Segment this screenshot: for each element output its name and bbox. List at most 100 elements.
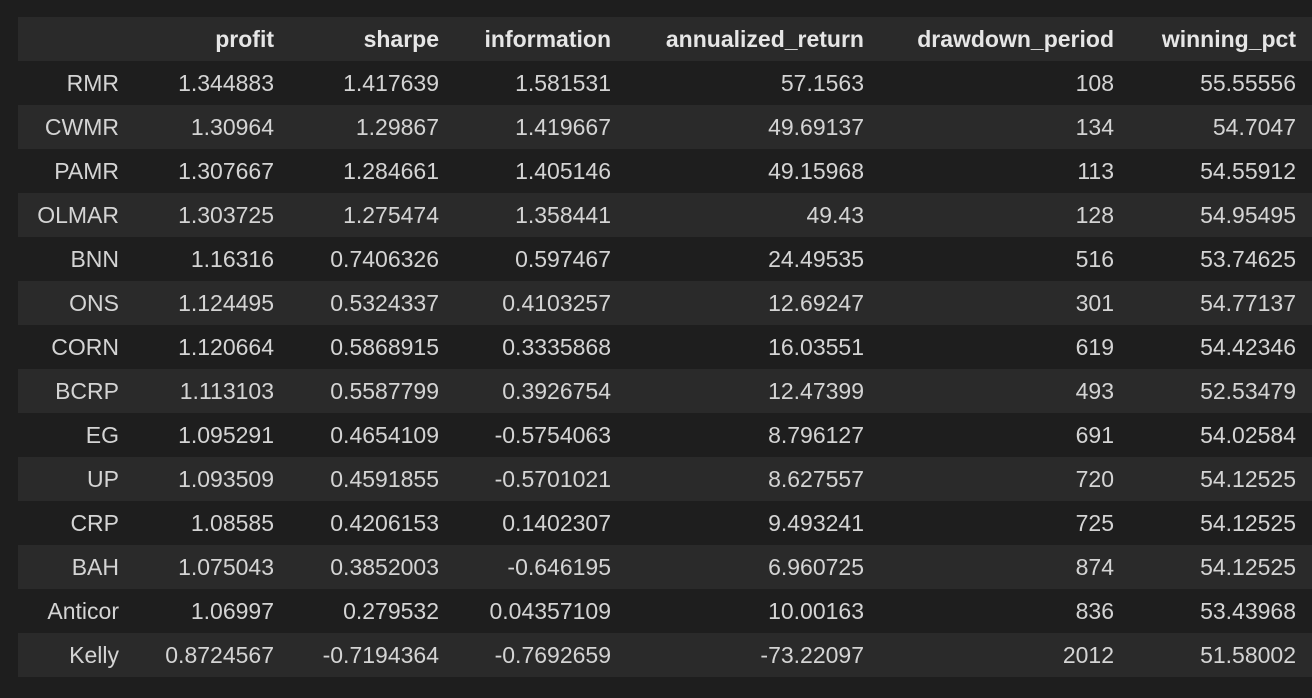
cell-sharpe: 1.29867 <box>290 105 455 149</box>
cell-drawdown-period: 691 <box>880 413 1130 457</box>
cell-information: 0.3335868 <box>455 325 627 369</box>
cell-information: 1.419667 <box>455 105 627 149</box>
cell-profit: 1.307667 <box>135 149 290 193</box>
cell-drawdown-period: 836 <box>880 589 1130 633</box>
cell-annualized-return: 10.00163 <box>627 589 880 633</box>
cell-information: -0.5754063 <box>455 413 627 457</box>
table-row: BAH 1.075043 0.3852003 -0.646195 6.960725 874… <box>18 545 1312 589</box>
table-body: RMR 1.344883 1.417639 1.581531 57.1563 108 55.… <box>18 61 1312 677</box>
cell-sharpe: 0.4654109 <box>290 413 455 457</box>
row-label: RMR <box>18 61 135 105</box>
row-label: Kelly <box>18 633 135 677</box>
header-sharpe: sharpe <box>290 17 455 61</box>
cell-profit: 1.095291 <box>135 413 290 457</box>
cell-sharpe: 1.417639 <box>290 61 455 105</box>
row-label: EG <box>18 413 135 457</box>
cell-drawdown-period: 2012 <box>880 633 1130 677</box>
cell-winning-pct: 54.95495 <box>1130 193 1312 237</box>
cell-annualized-return: 16.03551 <box>627 325 880 369</box>
cell-information: -0.5701021 <box>455 457 627 501</box>
cell-drawdown-period: 134 <box>880 105 1130 149</box>
cell-winning-pct: 53.74625 <box>1130 237 1312 281</box>
cell-sharpe: 0.4591855 <box>290 457 455 501</box>
cell-winning-pct: 54.42346 <box>1130 325 1312 369</box>
cell-annualized-return: 8.796127 <box>627 413 880 457</box>
cell-winning-pct: 53.43968 <box>1130 589 1312 633</box>
cell-annualized-return: 12.69247 <box>627 281 880 325</box>
table-row: BNN 1.16316 0.7406326 0.597467 24.49535 516 53… <box>18 237 1312 281</box>
table-row: ONS 1.124495 0.5324337 0.4103257 12.69247 301… <box>18 281 1312 325</box>
table-row: CORN 1.120664 0.5868915 0.3335868 16.03551 61… <box>18 325 1312 369</box>
cell-profit: 0.8724567 <box>135 633 290 677</box>
cell-winning-pct: 54.7047 <box>1130 105 1312 149</box>
cell-information: -0.646195 <box>455 545 627 589</box>
cell-sharpe: 1.284661 <box>290 149 455 193</box>
header-drawdown-period: drawdown_period <box>880 17 1130 61</box>
row-label: Anticor <box>18 589 135 633</box>
cell-profit: 1.303725 <box>135 193 290 237</box>
cell-winning-pct: 52.53479 <box>1130 369 1312 413</box>
table-row: BCRP 1.113103 0.5587799 0.3926754 12.47399 49… <box>18 369 1312 413</box>
cell-information: 1.358441 <box>455 193 627 237</box>
cell-information: 1.581531 <box>455 61 627 105</box>
row-label: BAH <box>18 545 135 589</box>
cell-information: 0.4103257 <box>455 281 627 325</box>
cell-information: 0.3926754 <box>455 369 627 413</box>
cell-annualized-return: 49.15968 <box>627 149 880 193</box>
table-row: EG 1.095291 0.4654109 -0.5754063 8.796127 691… <box>18 413 1312 457</box>
row-label: CWMR <box>18 105 135 149</box>
table-row: CWMR 1.30964 1.29867 1.419667 49.69137 134 54.… <box>18 105 1312 149</box>
cell-annualized-return: 12.47399 <box>627 369 880 413</box>
row-label: ONS <box>18 281 135 325</box>
cell-drawdown-period: 493 <box>880 369 1130 413</box>
table-header: profit sharpe information annualized_ret… <box>18 17 1312 61</box>
cell-profit: 1.30964 <box>135 105 290 149</box>
cell-profit: 1.093509 <box>135 457 290 501</box>
cell-annualized-return: 9.493241 <box>627 501 880 545</box>
cell-drawdown-period: 301 <box>880 281 1130 325</box>
cell-sharpe: 0.3852003 <box>290 545 455 589</box>
cell-winning-pct: 54.77137 <box>1130 281 1312 325</box>
cell-annualized-return: 49.69137 <box>627 105 880 149</box>
cell-annualized-return: 6.960725 <box>627 545 880 589</box>
row-label: PAMR <box>18 149 135 193</box>
header-profit: profit <box>135 17 290 61</box>
cell-sharpe: -0.7194364 <box>290 633 455 677</box>
cell-annualized-return: 8.627557 <box>627 457 880 501</box>
table-row: UP 1.093509 0.4591855 -0.5701021 8.627557 720… <box>18 457 1312 501</box>
cell-winning-pct: 55.55556 <box>1130 61 1312 105</box>
cell-drawdown-period: 128 <box>880 193 1130 237</box>
cell-winning-pct: 54.12525 <box>1130 501 1312 545</box>
cell-information: 0.597467 <box>455 237 627 281</box>
cell-profit: 1.124495 <box>135 281 290 325</box>
cell-profit: 1.075043 <box>135 545 290 589</box>
table-row: Anticor 1.06997 0.279532 0.04357109 10.00163… <box>18 589 1312 633</box>
cell-winning-pct: 54.12525 <box>1130 545 1312 589</box>
cell-sharpe: 0.5587799 <box>290 369 455 413</box>
cell-profit: 1.113103 <box>135 369 290 413</box>
cell-profit: 1.16316 <box>135 237 290 281</box>
cell-winning-pct: 54.55912 <box>1130 149 1312 193</box>
cell-profit: 1.08585 <box>135 501 290 545</box>
table-row: OLMAR 1.303725 1.275474 1.358441 49.43 128 54.… <box>18 193 1312 237</box>
cell-annualized-return: 49.43 <box>627 193 880 237</box>
cell-drawdown-period: 516 <box>880 237 1130 281</box>
dataframe-output: profit sharpe information annualized_ret… <box>18 17 1312 677</box>
cell-drawdown-period: 619 <box>880 325 1130 369</box>
cell-sharpe: 0.4206153 <box>290 501 455 545</box>
header-index <box>18 17 135 61</box>
cell-profit: 1.06997 <box>135 589 290 633</box>
header-information: information <box>455 17 627 61</box>
header-row: profit sharpe information annualized_ret… <box>18 17 1312 61</box>
header-annualized-return: annualized_return <box>627 17 880 61</box>
cell-sharpe: 0.7406326 <box>290 237 455 281</box>
table-row: CRP 1.08585 0.4206153 0.1402307 9.493241 725 5… <box>18 501 1312 545</box>
cell-sharpe: 0.279532 <box>290 589 455 633</box>
cell-winning-pct: 54.02584 <box>1130 413 1312 457</box>
row-label: OLMAR <box>18 193 135 237</box>
table-row: PAMR 1.307667 1.284661 1.405146 49.15968 113 5… <box>18 149 1312 193</box>
cell-information: 1.405146 <box>455 149 627 193</box>
cell-drawdown-period: 108 <box>880 61 1130 105</box>
cell-sharpe: 1.275474 <box>290 193 455 237</box>
table-row: RMR 1.344883 1.417639 1.581531 57.1563 108 55.… <box>18 61 1312 105</box>
